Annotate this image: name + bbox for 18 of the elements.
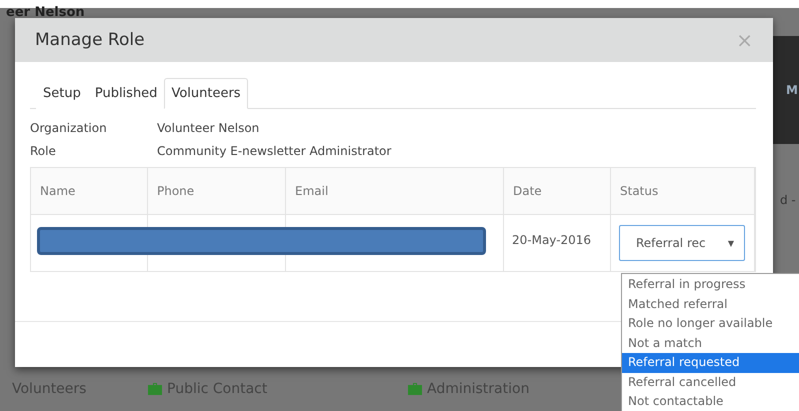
- date-cell: 20-May-2016: [512, 233, 592, 247]
- column-header: Phone: [148, 168, 286, 215]
- field-label: Role: [30, 144, 57, 158]
- field-label: Organization: [30, 121, 108, 135]
- dropdown-option[interactable]: Referral requested: [622, 353, 799, 372]
- caret-icon: ▼: [728, 238, 734, 248]
- field-value: Volunteer Nelson: [157, 121, 260, 135]
- field-value: Community E-newsletter Administrator: [157, 144, 392, 158]
- dialog-title: Manage Role: [35, 30, 145, 50]
- column-header: Date: [504, 168, 611, 215]
- header-text-fragment: M: [786, 83, 798, 97]
- status-select[interactable]: Referral rec ▼: [619, 225, 745, 261]
- tab[interactable]: Volunteers: [164, 78, 248, 109]
- column-header: Status: [611, 168, 755, 215]
- column-header: Name: [31, 168, 148, 215]
- text-fragment: d -: [780, 193, 796, 207]
- column-header: Email: [286, 168, 504, 215]
- page-title: eer Nelson: [5, 8, 86, 18]
